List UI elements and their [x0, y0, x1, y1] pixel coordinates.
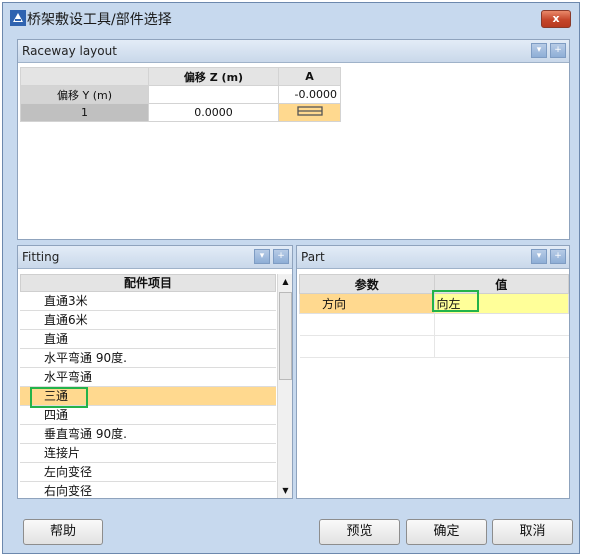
col-header-a: A — [278, 67, 341, 86]
scroll-down-icon[interactable]: ▼ — [278, 483, 292, 498]
part-panel: Part ▾ + 参数 值 方向 向左 — [296, 245, 570, 499]
expand-icon[interactable]: + — [550, 249, 566, 264]
close-button[interactable]: x — [541, 10, 571, 28]
dialog-window: 桥架敷设工具/部件选择 x Raceway layout ▾ + 偏移 Z (m… — [2, 2, 580, 554]
raceway-panel-header: Raceway layout ▾ + — [18, 40, 569, 63]
fitting-column-header: 配件项目 — [20, 274, 276, 292]
z-offset-value[interactable]: 0.0000 — [148, 103, 279, 122]
empty-row — [433, 335, 569, 358]
help-button[interactable]: 帮助 — [23, 519, 103, 545]
fitting-panel-header: Fitting ▾ + — [18, 246, 292, 269]
fitting-list-item[interactable]: 直通6米 — [20, 311, 276, 330]
empty-row — [299, 313, 435, 336]
fitting-list-item[interactable]: 水平弯通 — [20, 368, 276, 387]
fitting-list-item[interactable]: 左向变径 — [20, 463, 276, 482]
fitting-scrollbar[interactable]: ▲ ▼ — [277, 274, 292, 498]
close-icon: x — [552, 12, 560, 25]
fitting-list-item[interactable]: 四通 — [20, 406, 276, 425]
fitting-list-item[interactable]: 连接片 — [20, 444, 276, 463]
fitting-list-item[interactable]: 垂直弯通 90度. — [20, 425, 276, 444]
selection-highlight-value — [432, 290, 479, 312]
row-header-y-label: 偏移 Y (m) — [20, 85, 149, 104]
cancel-button[interactable]: 取消 — [492, 519, 573, 545]
fitting-panel: Fitting ▾ + 配件项目 直通3米 直通6米 直通 水平弯通 90度. 水平弯通… — [17, 245, 293, 499]
part-table: 参数 值 方向 向左 — [299, 274, 569, 358]
expand-icon[interactable]: + — [273, 249, 289, 264]
fitting-list-item[interactable]: 水平弯通 90度. — [20, 349, 276, 368]
expand-icon[interactable]: + — [550, 43, 566, 58]
preview-button[interactable]: 预览 — [319, 519, 400, 545]
title-bar: 桥架敷设工具/部件选择 x — [3, 3, 579, 33]
col-header-z: 偏移 Z (m) — [148, 67, 279, 86]
y-offset-value[interactable]: -0.0000 — [278, 85, 341, 104]
fitting-list-item[interactable]: 直通3米 — [20, 292, 276, 311]
scroll-thumb[interactable] — [279, 292, 292, 380]
selection-highlight-fitting — [30, 387, 88, 408]
empty-cell — [148, 85, 279, 104]
app-icon — [10, 10, 26, 26]
raceway-table: 偏移 Z (m) A 偏移 Y (m) -0.0000 1 0.0000 — [20, 67, 341, 122]
param-column-header: 参数 — [299, 274, 435, 294]
raceway-icon — [296, 106, 323, 116]
raceway-icon-cell[interactable] — [278, 103, 341, 122]
ok-button[interactable]: 确定 — [406, 519, 487, 545]
collapse-icon[interactable]: ▾ — [531, 249, 547, 264]
part-panel-header: Part ▾ + — [297, 246, 569, 269]
raceway-panel-title: Raceway layout — [22, 44, 117, 58]
raceway-layout-panel: Raceway layout ▾ + 偏移 Z (m) A 偏移 Y (m) -… — [17, 39, 570, 240]
part-panel-title: Part — [301, 250, 325, 264]
collapse-icon[interactable]: ▾ — [531, 43, 547, 58]
fitting-list-item[interactable]: 直通 — [20, 330, 276, 349]
row-number: 1 — [20, 103, 149, 122]
fitting-list-item[interactable]: 右向变径 — [20, 482, 276, 498]
param-cell: 方向 — [299, 293, 435, 314]
corner-cell — [20, 67, 149, 86]
scroll-up-icon[interactable]: ▲ — [278, 274, 292, 289]
window-title: 桥架敷设工具/部件选择 — [27, 12, 172, 28]
empty-row — [299, 335, 435, 358]
empty-row — [433, 313, 569, 336]
collapse-icon[interactable]: ▾ — [254, 249, 270, 264]
fitting-panel-title: Fitting — [22, 250, 60, 264]
